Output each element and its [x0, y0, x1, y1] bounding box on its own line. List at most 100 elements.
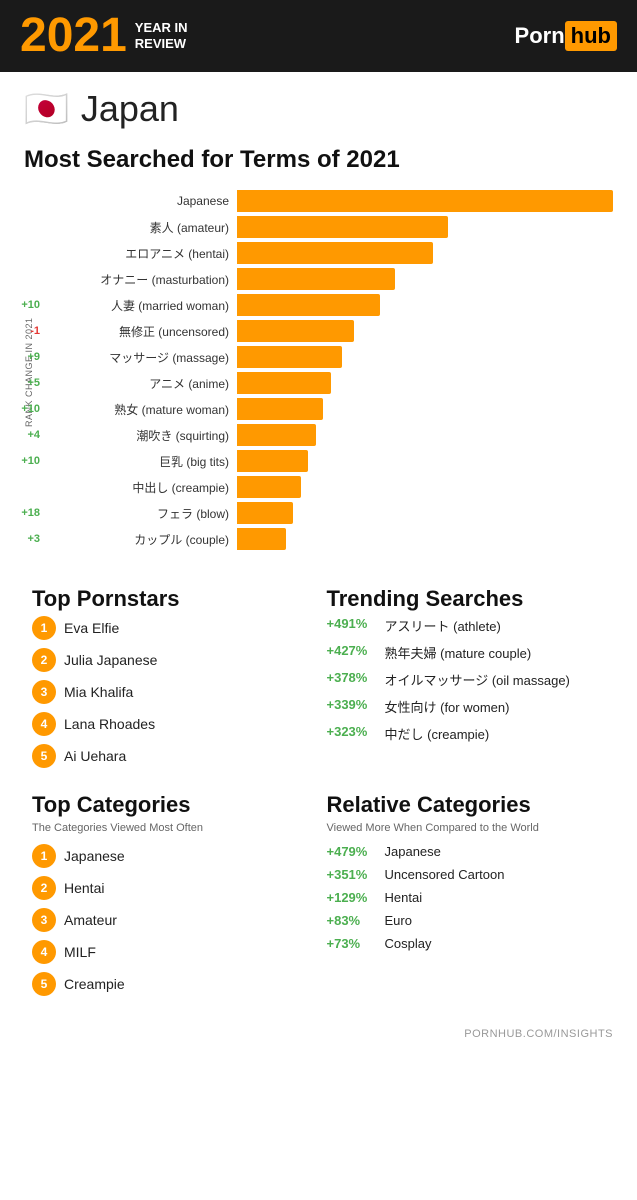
- trend-label: 中だし (creampie): [385, 724, 490, 743]
- header: 2021 YEAR IN REVIEW Porn hub: [0, 0, 637, 72]
- chart-section: Most Searched for Terms of 2021 RANK CHA…: [0, 138, 637, 570]
- bar-label: カップル (couple): [42, 531, 237, 548]
- bar-label: 潮吹き (squirting): [42, 427, 237, 444]
- trend-pct: +339%: [327, 697, 379, 712]
- list-item: +378%オイルマッサージ (oil massage): [327, 670, 606, 689]
- list-item: 5Creampie: [32, 972, 311, 996]
- ranked-item-label: Ai Uehara: [64, 748, 126, 764]
- list-item: +491%アスリート (athlete): [327, 616, 606, 635]
- bar-label: 無修正 (uncensored): [42, 323, 237, 340]
- bar-track: [237, 268, 613, 290]
- rank-badge: 3: [32, 680, 56, 704]
- bar-row: +9マッサージ (massage): [42, 346, 613, 368]
- rank-change: +18: [6, 507, 40, 519]
- bar-fill: [237, 216, 448, 238]
- bar-label: Japanese: [42, 194, 237, 208]
- ranked-item-label: Amateur: [64, 912, 117, 928]
- trend-label: 熟年夫婦 (mature couple): [385, 643, 532, 662]
- rel-pct: +479%: [327, 844, 379, 859]
- bar-fill: [237, 294, 380, 316]
- bar-fill: [237, 502, 293, 524]
- logo-porn-text: Porn: [515, 23, 565, 49]
- list-item: +83% Euro: [327, 913, 606, 928]
- list-item: +129% Hentai: [327, 890, 606, 905]
- rank-badge: 2: [32, 648, 56, 672]
- bar-track: [237, 372, 613, 394]
- bar-fill: [237, 372, 331, 394]
- rel-pct: +351%: [327, 867, 379, 882]
- bar-track: [237, 190, 613, 212]
- country-name: Japan: [81, 88, 179, 130]
- rank-change: -1: [6, 325, 40, 337]
- ranked-item-label: MILF: [64, 944, 96, 960]
- bar-label: エロアニメ (hentai): [42, 245, 237, 262]
- bar-track: [237, 398, 613, 420]
- list-item: 2Julia Japanese: [32, 648, 311, 672]
- rank-change: +10: [6, 299, 40, 311]
- rank-change: +5: [6, 377, 40, 389]
- year-in-review-line1: YEAR IN: [135, 20, 188, 36]
- chart-body: Japanese素人 (amateur)エロアニメ (hentai)オナニー (…: [42, 190, 613, 554]
- chart-y-axis-label: RANK CHANGE IN 2021: [24, 190, 38, 554]
- trending-searches-section: Trending Searches +491%アスリート (athlete)+4…: [319, 578, 614, 784]
- bar-row: -1無修正 (uncensored): [42, 320, 613, 342]
- country-section: 🇯🇵 Japan: [0, 72, 637, 138]
- bar-fill: [237, 450, 308, 472]
- bar-fill: [237, 398, 323, 420]
- bar-track: [237, 528, 613, 550]
- bar-fill: [237, 268, 395, 290]
- bottom-grid: Top Pornstars 1Eva Elfie 2Julia Japanese 3…: [0, 570, 637, 1020]
- bar-track: [237, 450, 613, 472]
- relative-categories-section: Relative Categories Viewed More When Com…: [319, 784, 614, 1012]
- rank-badge: 5: [32, 744, 56, 768]
- list-item: 1Japanese: [32, 844, 311, 868]
- bar-row: +4潮吹き (squirting): [42, 424, 613, 446]
- bar-row: Japanese: [42, 190, 613, 212]
- ranked-item-label: Mia Khalifa: [64, 684, 133, 700]
- rank-badge: 1: [32, 616, 56, 640]
- chart-title: Most Searched for Terms of 2021: [24, 146, 613, 174]
- bar-label: 巨乳 (big tits): [42, 453, 237, 470]
- bar-row: 中出し (creampie): [42, 476, 613, 498]
- bar-track: [237, 216, 613, 238]
- bar-label: 熟女 (mature woman): [42, 401, 237, 418]
- rel-label: Cosplay: [385, 936, 432, 951]
- bar-label: 素人 (amateur): [42, 219, 237, 236]
- list-item: 4Lana Rhoades: [32, 712, 311, 736]
- rel-label: Uncensored Cartoon: [385, 867, 505, 882]
- list-item: 3 Mia Khalifa: [32, 680, 311, 704]
- rel-pct: +83%: [327, 913, 379, 928]
- trend-pct: +323%: [327, 724, 379, 739]
- rel-label: Euro: [385, 913, 412, 928]
- bar-row: +10熟女 (mature woman): [42, 398, 613, 420]
- bar-label: マッサージ (massage): [42, 349, 237, 366]
- ranked-item-label: Lana Rhoades: [64, 716, 155, 732]
- bar-track: [237, 320, 613, 342]
- rank-change: +3: [6, 533, 40, 545]
- top-categories-subtitle: The Categories Viewed Most Often: [32, 822, 311, 834]
- rank-change: +10: [6, 455, 40, 467]
- trending-list: +491%アスリート (athlete) +427% 熟年夫婦 (mature co…: [327, 616, 606, 743]
- list-item: 2Hentai: [32, 876, 311, 900]
- top-pornstars-title: Top Pornstars: [32, 586, 311, 612]
- top-categories-section: Top Categories The Categories Viewed Mos…: [24, 784, 319, 1012]
- bar-track: [237, 502, 613, 524]
- relative-categories-title: Relative Categories: [327, 792, 606, 818]
- trend-pct: +427%: [327, 643, 379, 658]
- year-in-review-text: YEAR IN REVIEW: [135, 20, 188, 51]
- bar-row: 素人 (amateur): [42, 216, 613, 238]
- list-item: 3Amateur: [32, 908, 311, 932]
- top-pornstars-list: 1Eva Elfie 2Julia Japanese 3 Mia Khalifa 4La…: [32, 616, 311, 768]
- rel-label: Japanese: [385, 844, 441, 859]
- year-review-logo: 2021 YEAR IN REVIEW: [20, 12, 188, 60]
- pornhub-logo: Porn hub: [515, 21, 617, 51]
- list-item: 1Eva Elfie: [32, 616, 311, 640]
- ranked-item-label: Creampie: [64, 976, 125, 992]
- bar-fill: [237, 346, 342, 368]
- bar-label: フェラ (blow): [42, 505, 237, 522]
- rel-label: Hentai: [385, 890, 423, 905]
- rank-change: +10: [6, 403, 40, 415]
- bar-label: 中出し (creampie): [42, 479, 237, 496]
- rel-pct: +129%: [327, 890, 379, 905]
- rank-change: +9: [6, 351, 40, 363]
